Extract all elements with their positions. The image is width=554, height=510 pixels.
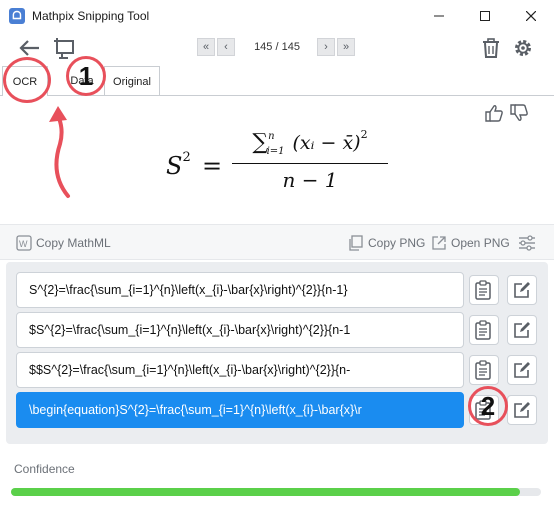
chevron-right-icon: ›	[324, 41, 328, 53]
edit-result-button[interactable]	[507, 275, 537, 305]
close-button[interactable]	[508, 0, 554, 32]
maximize-icon	[480, 11, 490, 21]
formula-lhs: S2	[166, 150, 191, 180]
copy-icon	[349, 235, 363, 251]
formula-equals: =	[202, 152, 223, 180]
maximize-button[interactable]	[462, 0, 508, 32]
formula-num-body: (xᵢ − x̄)	[292, 132, 361, 154]
formula-sigma: ∑	[252, 130, 269, 155]
results-panel: S^{2}=\frac{\sum_{i=1}^{n}\left(x_{i}-\b…	[6, 262, 548, 444]
clipboard-icon	[475, 320, 491, 340]
double-chevron-left-icon: «	[202, 41, 210, 53]
copy-bar: W Copy MathML Copy PNG Open PNG	[0, 224, 554, 260]
gear-icon[interactable]	[512, 37, 534, 59]
edit-result-button[interactable]	[507, 395, 537, 425]
edit-icon	[514, 282, 530, 298]
confidence-label: Confidence	[14, 462, 75, 476]
thumbs-down-icon[interactable]	[510, 104, 528, 122]
formula-lhs-exponent: 2	[182, 150, 191, 165]
tab-data[interactable]: Data	[60, 66, 104, 96]
result-row[interactable]: $S^{2}=\frac{\sum_{i=1}^{n}\left(x_{i}-\…	[16, 312, 464, 348]
svg-text:W: W	[19, 239, 28, 249]
close-icon	[526, 11, 536, 21]
back-arrow-icon[interactable]	[16, 37, 42, 59]
result-row-selected[interactable]: \begin{equation}S^{2}=\frac{\sum_{i=1}^{…	[16, 392, 464, 428]
sliders-icon[interactable]	[518, 235, 536, 251]
formula-sum-lower: i=1	[266, 146, 285, 157]
formula-num-exponent: 2	[360, 127, 368, 141]
next-page-button[interactable]: ›	[317, 38, 335, 56]
chevron-left-icon: ‹	[224, 41, 228, 53]
toolbar: « ‹ 145 / 145 › »	[0, 32, 554, 64]
edit-icon	[514, 402, 530, 418]
confidence-bar-fill	[11, 488, 520, 496]
clipboard-icon	[475, 360, 491, 380]
first-page-button[interactable]: «	[197, 38, 215, 56]
title-bar: ᗝ Mathpix Snipping Tool	[0, 0, 554, 32]
edit-result-button[interactable]	[507, 355, 537, 385]
external-link-icon	[432, 236, 446, 250]
double-chevron-right-icon: »	[342, 41, 350, 53]
copy-png-button[interactable]: Copy PNG	[348, 235, 425, 251]
confidence-bar	[11, 488, 541, 496]
formula-preview: S2 = ∑ni=1 (xᵢ − x̄)2 n − 1	[160, 127, 400, 200]
prev-page-button[interactable]: ‹	[217, 38, 235, 56]
thumbs-up-icon[interactable]	[485, 104, 503, 122]
open-png-label: Open PNG	[451, 236, 510, 250]
clipboard-icon	[475, 400, 491, 420]
screen-capture-icon[interactable]	[52, 36, 76, 60]
copy-result-button[interactable]	[469, 395, 499, 425]
result-row[interactable]: S^{2}=\frac{\sum_{i=1}^{n}\left(x_{i}-\b…	[16, 272, 464, 308]
mathml-icon: W	[16, 235, 32, 251]
copy-mathml-label: Copy MathML	[36, 236, 111, 250]
result-row[interactable]: $$S^{2}=\frac{\sum_{i=1}^{n}\left(x_{i}-…	[16, 352, 464, 388]
clipboard-icon	[475, 280, 491, 300]
tab-bar: OCR Data Original	[0, 66, 554, 96]
tab-original[interactable]: Original	[104, 66, 160, 96]
edit-icon	[514, 362, 530, 378]
formula-fraction-bar	[232, 163, 388, 164]
copy-result-button[interactable]	[469, 315, 499, 345]
tab-ocr[interactable]: OCR	[2, 66, 48, 96]
window-title: Mathpix Snipping Tool	[32, 9, 150, 23]
last-page-button[interactable]: »	[337, 38, 355, 56]
minimize-icon	[434, 15, 444, 17]
page-counter: 145 / 145	[254, 41, 300, 53]
edit-icon	[514, 322, 530, 338]
formula-numerator: ∑n i=1 (xᵢ − x̄)2	[230, 127, 390, 157]
app-logo-icon: ᗝ	[9, 8, 25, 24]
formula-lhs-var: S	[166, 152, 183, 180]
minimize-button[interactable]	[416, 0, 462, 32]
copy-png-label: Copy PNG	[368, 236, 426, 250]
trash-icon[interactable]	[481, 37, 501, 59]
copy-mathml-button[interactable]: W Copy MathML	[16, 235, 111, 251]
open-png-button[interactable]: Open PNG	[431, 235, 510, 251]
copy-result-button[interactable]	[469, 275, 499, 305]
copy-result-button[interactable]	[469, 355, 499, 385]
formula-denominator: n − 1	[282, 168, 338, 192]
edit-result-button[interactable]	[507, 315, 537, 345]
formula-sum-upper: n	[268, 131, 275, 142]
